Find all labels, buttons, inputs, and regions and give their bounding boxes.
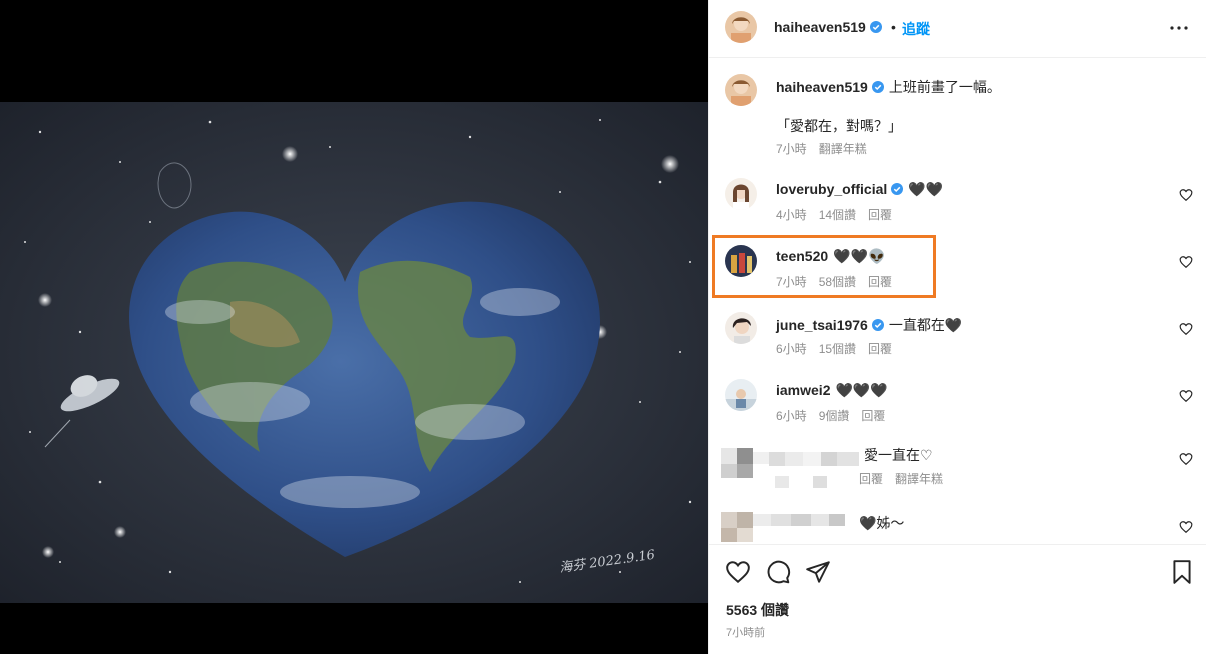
comment-text: 🖤🖤🖤 xyxy=(835,382,888,398)
post-image-heart-earth: 海芬 2022.9.16 xyxy=(0,102,708,603)
like-comment-heart-icon[interactable] xyxy=(1179,520,1193,534)
comment-line: 🖤姊～ xyxy=(859,513,904,533)
verified-badge-icon xyxy=(869,21,882,33)
like-comment-heart-icon[interactable] xyxy=(1179,322,1193,336)
pixelated-user-mosaic xyxy=(721,512,861,542)
reply-button[interactable]: 回覆 xyxy=(868,208,892,222)
like-comment-heart-icon[interactable] xyxy=(1179,389,1193,403)
comment-time: 6小時 xyxy=(776,342,807,356)
post-caption: haiheaven519 上班前畫了一幅。 「愛都在，對嗎？」 7小時 翻譯年糕 xyxy=(709,74,1206,164)
like-comment-heart-icon[interactable] xyxy=(1179,255,1193,269)
highlight-box xyxy=(712,235,936,298)
comment-item: iamwei2 🖤🖤🖤 6小時 9個讚 回覆 xyxy=(709,379,1206,429)
bookmark-save-icon[interactable] xyxy=(1169,559,1195,585)
follow-button[interactable]: 追蹤 xyxy=(902,19,930,39)
verified-badge-icon xyxy=(871,81,884,93)
separator-dot: • xyxy=(891,19,896,35)
reply-button[interactable]: 回覆 xyxy=(859,472,883,486)
comment-text: 一直都在🖤 xyxy=(888,317,963,333)
commenter-username[interactable]: june_tsai1976 xyxy=(776,317,868,333)
caption-meta: 7小時 翻譯年糕 xyxy=(776,140,879,157)
caption-username[interactable]: haiheaven519 xyxy=(776,79,868,95)
comment-likes[interactable]: 15個讚 xyxy=(819,342,856,356)
comment-line: 愛一直在♡ xyxy=(864,445,933,465)
caption-time: 7小時 xyxy=(776,142,807,156)
like-heart-icon[interactable] xyxy=(725,559,751,585)
comment-line: iamwei2 🖤🖤🖤 xyxy=(776,382,888,399)
comment-line: loveruby_official 🖤🖤 xyxy=(776,181,943,198)
comment-text: 🖤🖤 xyxy=(908,181,944,197)
comment-text: 🖤姊～ xyxy=(859,515,905,531)
caption-line: haiheaven519 上班前畫了一幅。 xyxy=(776,77,1001,97)
reply-button[interactable]: 回覆 xyxy=(868,342,892,356)
comment-text: 愛一直在♡ xyxy=(864,447,933,463)
comment-time: 6小時 xyxy=(776,409,807,423)
like-comment-heart-icon[interactable] xyxy=(1179,188,1193,202)
translate-link[interactable]: 翻譯年糕 xyxy=(895,472,943,486)
instagram-post-view: 海芬 2022.9.16 haiheaven519 • 追蹤 haiheaven… xyxy=(0,0,1206,654)
comment-meta: 4小時 14個讚 回覆 xyxy=(776,206,904,223)
comments-list[interactable]: haiheaven519 上班前畫了一幅。 「愛都在，對嗎？」 7小時 翻譯年糕 l… xyxy=(709,58,1206,544)
comment-item: 愛一直在♡ 回覆 翻譯年糕 xyxy=(709,442,1206,492)
commenter-username[interactable]: loveruby_official xyxy=(776,181,887,197)
comment-item: june_tsai1976 一直都在🖤 6小時 15個讚 回覆 xyxy=(709,312,1206,362)
more-options-icon[interactable] xyxy=(1169,18,1189,38)
reply-button[interactable]: 回覆 xyxy=(861,409,885,423)
post-timestamp[interactable]: 7小時前 xyxy=(726,624,765,640)
post-media: 海芬 2022.9.16 xyxy=(0,0,708,654)
author-username[interactable]: haiheaven519 xyxy=(774,19,882,35)
commenter-avatar[interactable] xyxy=(725,178,757,210)
comment-meta: 6小時 9個讚 回覆 xyxy=(776,407,897,424)
caption-quote: 「愛都在，對嗎？」 xyxy=(776,118,902,134)
share-send-icon[interactable] xyxy=(805,559,831,585)
pixelated-user-mosaic xyxy=(721,446,861,490)
comment-item: loveruby_official 🖤🖤 4小時 14個讚 回覆 xyxy=(709,178,1206,228)
comment-meta: 6小時 15個讚 回覆 xyxy=(776,340,904,357)
comment-line: june_tsai1976 一直都在🖤 xyxy=(776,315,962,335)
translate-link[interactable]: 翻譯年糕 xyxy=(819,142,867,156)
comment-time: 4小時 xyxy=(776,208,807,222)
comment-item: 🖤姊～ xyxy=(709,510,1206,544)
commenter-username[interactable]: iamwei2 xyxy=(776,382,830,398)
comment-likes[interactable]: 9個讚 xyxy=(819,409,850,423)
author-avatar[interactable] xyxy=(725,11,757,43)
post-panel: haiheaven519 • 追蹤 haiheaven519 上班前畫了一幅。 「… xyxy=(708,0,1206,654)
comment-likes[interactable]: 14個讚 xyxy=(819,208,856,222)
like-comment-heart-icon[interactable] xyxy=(1179,452,1193,466)
caption-avatar[interactable] xyxy=(725,74,757,106)
verified-badge-icon xyxy=(891,183,904,195)
commenter-avatar[interactable] xyxy=(725,379,757,411)
post-header: haiheaven519 • 追蹤 xyxy=(709,0,1206,58)
likes-count[interactable]: 5563 個讚 xyxy=(726,600,789,620)
caption-text: 上班前畫了一幅。 xyxy=(888,79,1001,95)
comment-meta: 回覆 翻譯年糕 xyxy=(859,470,955,487)
post-actions: 5563 個讚 7小時前 xyxy=(709,544,1206,654)
verified-badge-icon xyxy=(871,319,884,331)
commenter-avatar[interactable] xyxy=(725,312,757,344)
comment-bubble-icon[interactable] xyxy=(765,559,791,585)
